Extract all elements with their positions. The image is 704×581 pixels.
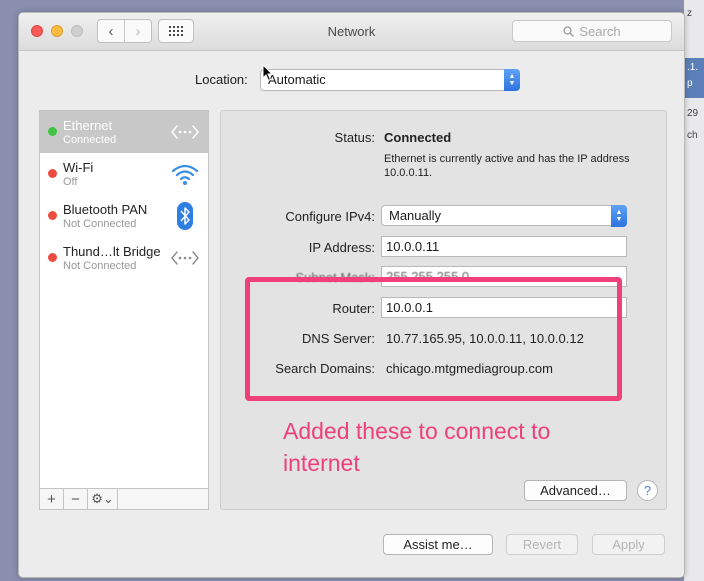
- status-label: Status:: [334, 130, 375, 145]
- service-item-thunderbolt-bridge[interactable]: Thund…lt Bridge Not Connected: [40, 237, 208, 279]
- remove-service-button[interactable]: −: [64, 489, 88, 509]
- network-preferences-window: ‹ › Network Search Location: Automatic ▲: [18, 12, 685, 578]
- background-text: .1.: [687, 62, 699, 73]
- action-menu-button[interactable]: ⚙︎⌄: [88, 489, 118, 509]
- search-icon: [563, 25, 575, 37]
- status-dot: [48, 253, 57, 262]
- ethernet-arrows-icon: [171, 125, 199, 139]
- ip-address-value: 10.0.0.11: [386, 239, 440, 254]
- annotation-highlight-box: [245, 277, 622, 401]
- mouse-cursor-icon: [262, 64, 274, 82]
- ip-address-label: IP Address:: [308, 240, 375, 255]
- background-text: z: [687, 8, 692, 19]
- service-name: Wi-Fi: [63, 160, 94, 175]
- search-field[interactable]: Search: [512, 20, 672, 42]
- status-dot: [48, 211, 57, 220]
- service-name: Ethernet: [63, 118, 113, 133]
- background-window: z .1. p 29 ch: [684, 0, 704, 581]
- status-description: Ethernet is currently active and has the…: [384, 153, 630, 179]
- thunderbolt-arrows-icon: [171, 251, 199, 265]
- background-text: ch: [687, 130, 698, 141]
- service-status: Not Connected: [63, 218, 137, 230]
- service-status: Connected: [63, 134, 117, 146]
- service-item-bluetooth-pan[interactable]: Bluetooth PAN Not Connected: [40, 195, 208, 237]
- service-list: Ethernet Connected Wi-Fi Off Bluetooth P…: [39, 110, 209, 510]
- service-name: Bluetooth PAN: [63, 202, 148, 217]
- configure-ipv4-label: Configure IPv4:: [285, 209, 375, 224]
- service-name: Thund…lt Bridge: [63, 244, 161, 259]
- background-text: p: [687, 78, 693, 89]
- title-bar: ‹ › Network Search: [19, 13, 684, 51]
- location-value: Automatic: [268, 72, 326, 87]
- status-value: Connected: [384, 130, 452, 145]
- status-dot: [48, 127, 57, 136]
- add-service-button[interactable]: +: [40, 489, 64, 509]
- location-select[interactable]: Automatic ▲ ▼: [260, 69, 520, 91]
- ip-address-field[interactable]: 10.0.0.11: [381, 236, 627, 257]
- background-highlight: .1. p: [684, 58, 704, 98]
- bluetooth-icon: [177, 202, 193, 230]
- service-list-toolbar: + − ⚙︎⌄: [39, 488, 209, 510]
- wifi-icon: [171, 164, 199, 185]
- location-label: Location:: [195, 72, 248, 87]
- chevron-updown-icon: ▲ ▼: [611, 205, 627, 227]
- service-status: Not Connected: [63, 260, 137, 272]
- search-placeholder: Search: [579, 23, 621, 39]
- apply-button[interactable]: Apply: [592, 534, 665, 555]
- configure-ipv4-select[interactable]: Manually ▲ ▼: [381, 205, 627, 227]
- annotation-text: Added these to connect to internet: [283, 418, 551, 476]
- service-status: Off: [63, 176, 78, 188]
- service-item-wifi[interactable]: Wi-Fi Off: [40, 153, 208, 195]
- revert-button[interactable]: Revert: [506, 534, 578, 555]
- chevron-updown-icon: ▲ ▼: [504, 69, 520, 91]
- configure-ipv4-value: Manually: [389, 208, 442, 223]
- service-item-ethernet[interactable]: Ethernet Connected: [40, 111, 208, 153]
- help-button[interactable]: ?: [637, 480, 658, 501]
- assist-me-button[interactable]: Assist me…: [383, 534, 493, 555]
- gear-icon: ⚙︎⌄: [91, 491, 114, 506]
- advanced-button[interactable]: Advanced…: [524, 480, 627, 501]
- status-dot: [48, 169, 57, 178]
- background-text: 29: [687, 108, 699, 119]
